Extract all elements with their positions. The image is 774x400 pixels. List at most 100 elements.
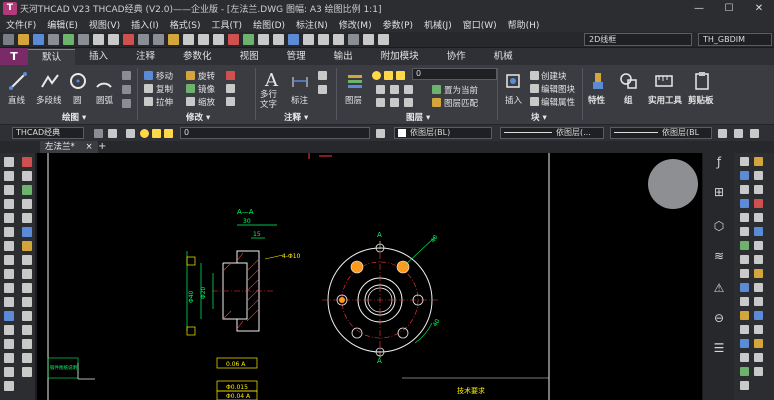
drawing-canvas[interactable]: A—A 30 15 4-Φ10 Φ20 Φ40 0.06 A Φ0.015 Φ0… [37,153,702,400]
toolbar-icon[interactable] [718,129,727,138]
calculator-icon[interactable] [318,34,329,45]
block-group-title[interactable]: 块 ▾ [531,111,547,123]
create-block-button[interactable]: 创建块 [541,70,567,82]
app-menu-button[interactable]: T [0,48,28,65]
make-current-icon[interactable] [432,85,441,94]
tool-icon[interactable] [754,339,763,348]
edit-attribute-icon[interactable] [530,97,539,106]
arc-icon[interactable] [94,71,114,91]
ortho-icon[interactable] [273,34,284,45]
polyline-tool-icon[interactable] [4,185,14,195]
stretch-tool-icon[interactable] [22,269,32,279]
scale-tool-icon[interactable] [22,255,32,265]
polygon-tool-icon[interactable] [4,199,14,209]
extend-tool-icon[interactable] [22,297,32,307]
grid-icon[interactable] [258,34,269,45]
cut-icon[interactable] [123,34,134,45]
hierarchy-icon[interactable]: ⊞ [709,185,729,199]
draw-group-title[interactable]: 绘图 ▾ [62,111,86,123]
tool-icon[interactable] [754,157,763,166]
erase-tool-icon[interactable] [22,157,32,167]
mirror-button[interactable]: 镜像 [198,83,215,95]
utilities-icon[interactable] [654,71,674,91]
mirror-icon[interactable] [186,84,195,93]
menu-edit[interactable]: 编辑(E) [47,18,78,31]
save-as-icon[interactable] [48,34,59,45]
make-current-button[interactable]: 置为当前 [444,84,478,96]
rotate-icon[interactable] [186,71,195,80]
line-icon[interactable] [8,71,28,91]
tool-icon[interactable] [754,353,763,362]
toolbar-icon[interactable] [108,129,117,138]
tab-parametric[interactable]: 参数化 [169,49,226,65]
array-tool-icon[interactable] [22,213,32,223]
tab-collaborate[interactable]: 协作 [433,49,480,65]
scale-button[interactable]: 缩放 [198,96,215,108]
tab-output[interactable]: 输出 [320,49,367,65]
pan-icon[interactable] [183,34,194,45]
layers-group-title[interactable]: 图层 ▾ [406,111,430,123]
polyline-icon[interactable] [40,71,60,91]
sliders-icon[interactable]: ☰ [709,341,729,355]
minimize-button[interactable]: — [684,0,714,17]
utilities-button[interactable]: 实用工具 [648,94,682,106]
menu-draw[interactable]: 绘图(D) [253,18,285,31]
paste-icon[interactable] [153,34,164,45]
layer-lock-icon[interactable] [164,129,173,138]
menu-mechanical[interactable]: 机械(J) [424,18,452,31]
undo-icon[interactable] [93,34,104,45]
create-block-icon[interactable] [530,71,539,80]
toolbar-icon[interactable] [750,129,759,138]
layer-tool-icon[interactable] [404,85,413,94]
menu-view[interactable]: 视图(V) [89,18,120,31]
tool-icon[interactable] [740,269,749,278]
rectangle-icon[interactable] [122,71,131,80]
tool-icon[interactable] [740,157,749,166]
table-icon[interactable] [318,85,327,94]
zoom-icon[interactable] [198,34,209,45]
tool-icon[interactable] [754,171,763,180]
new-tab-button[interactable]: + [98,141,106,153]
help-icon[interactable] [378,34,389,45]
scale-icon[interactable] [186,97,195,106]
new-file-icon[interactable] [3,34,14,45]
save-icon[interactable] [33,34,44,45]
tool-icon[interactable] [740,339,749,348]
warning-icon[interactable]: ⚠ [709,281,729,295]
layer-select[interactable]: 0 [412,68,497,80]
line-tool-icon[interactable] [4,157,14,167]
tool-icon[interactable] [740,213,749,222]
layer-tool-icon[interactable] [376,85,385,94]
insert-block-tool-icon[interactable] [4,311,14,321]
gradient-tool-icon[interactable] [4,367,14,377]
text-icon[interactable]: A [262,69,282,89]
tool-icon[interactable] [754,199,763,208]
view-navigation-wheel[interactable] [648,159,698,209]
menu-modify[interactable]: 修改(M) [339,18,372,31]
match-layer-button[interactable]: 图层匹配 [444,97,478,109]
layer-tool-icon[interactable] [376,98,385,107]
move-button[interactable]: 移动 [156,70,173,82]
tool-icon[interactable] [754,283,763,292]
open-file-icon[interactable] [18,34,29,45]
tool-icon[interactable] [754,213,763,222]
visual-style-select[interactable]: 2D线框 [584,33,692,46]
break-tool-icon[interactable] [22,311,32,321]
linetype-dropdown[interactable]: 依图层(... [500,127,604,139]
layer-on-icon[interactable] [140,129,149,138]
point-tool-icon[interactable] [4,339,14,349]
offset-icon[interactable] [226,97,235,106]
workspace-select[interactable]: THCAD经典 [12,127,84,139]
tool-icon[interactable] [740,311,749,320]
erase-icon[interactable] [228,34,239,45]
tool-icon[interactable] [754,325,763,334]
copy-icon[interactable] [138,34,149,45]
menu-file[interactable]: 文件(F) [6,18,36,31]
move-tool-icon[interactable] [22,227,32,237]
balloon-icon[interactable]: ⊖ [709,311,729,325]
tool-icon[interactable] [740,297,749,306]
copy-object-icon[interactable] [144,84,153,93]
trim-tool-icon[interactable] [22,283,32,293]
tool-icon[interactable] [740,367,749,376]
rectangle-tool-icon[interactable] [4,213,14,223]
